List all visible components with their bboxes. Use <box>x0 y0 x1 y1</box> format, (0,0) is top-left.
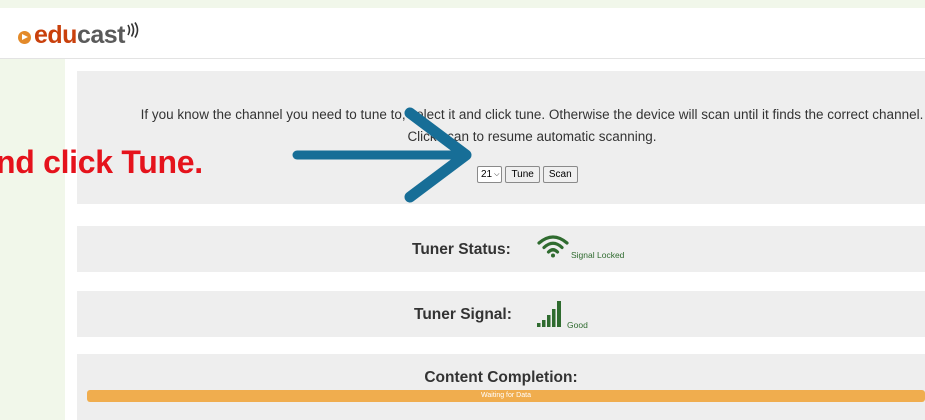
play-icon <box>18 31 31 44</box>
channel-select[interactable]: 21 ⌵ <box>477 166 503 183</box>
tuner-signal-label: Tuner Signal: <box>414 306 512 323</box>
chevron-down-icon: ⌵ <box>494 170 500 178</box>
tuner-signal-panel: Tuner Signal: Good <box>77 291 925 337</box>
broadcast-waves-icon <box>127 22 139 38</box>
content-completion-label: Content Completion: <box>424 369 578 386</box>
tune-instructions: If you know the channel you need to tune… <box>140 107 924 144</box>
tuner-signal-value: Good <box>567 320 588 330</box>
educast-logo[interactable]: educast <box>18 22 140 48</box>
tuner-status-panel: Tuner Status: Signal Locked <box>77 226 925 272</box>
progress-status-text: Waiting for Data <box>481 392 531 399</box>
wifi-icon <box>537 235 569 258</box>
signal-bars-icon <box>537 301 561 327</box>
tuner-status-label: Tuner Status: <box>412 241 511 258</box>
instruction-callout: nd click Tune. <box>0 144 203 180</box>
tune-controls: 21 ⌵ Tune Scan <box>477 166 578 183</box>
content-progress-bar: Waiting for Data <box>87 390 925 402</box>
top-bar: educast <box>0 8 925 59</box>
content-completion-panel: Content Completion: <box>77 354 925 420</box>
channel-value: 21 <box>481 169 493 180</box>
main-content: If you know the channel you need to tune… <box>65 59 925 420</box>
tune-panel: If you know the channel you need to tune… <box>77 71 925 204</box>
tuner-status-value: Signal Locked <box>571 250 625 260</box>
scan-button[interactable]: Scan <box>542 166 578 183</box>
tune-button[interactable]: Tune <box>505 166 540 183</box>
logo-text: educast <box>34 21 126 49</box>
